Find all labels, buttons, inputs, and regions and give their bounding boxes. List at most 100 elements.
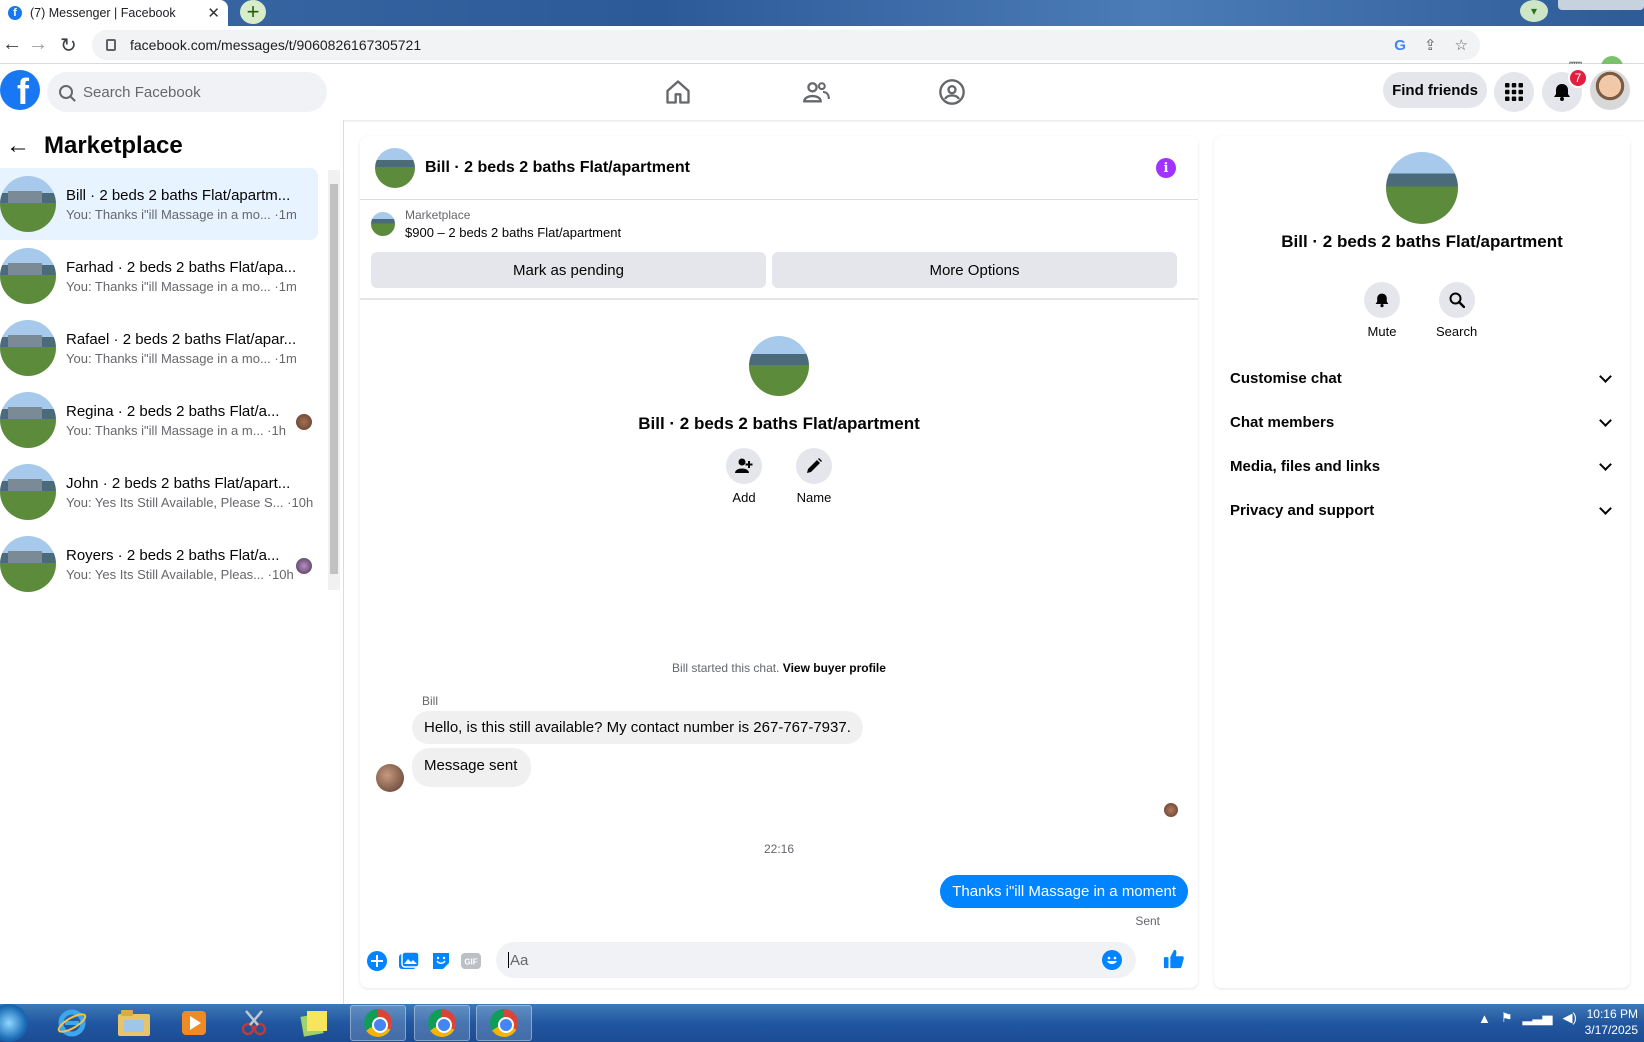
chrome-window-1[interactable] <box>350 1005 406 1041</box>
home-icon[interactable] <box>664 78 692 106</box>
listing-small-thumbnail <box>371 212 395 236</box>
outgoing-message[interactable]: Thanks i"ill Massage in a moment <box>940 875 1188 908</box>
friends-icon[interactable] <box>802 78 830 106</box>
window-controls[interactable] <box>1558 0 1644 10</box>
sidebar-scrollbar[interactable] <box>328 170 340 590</box>
details-thumbnail[interactable] <box>1386 152 1458 224</box>
chevron-down-icon <box>1599 413 1612 427</box>
conversation-snippet: You: Yes Its Still Available, Pleas... <box>66 566 265 582</box>
section-label: Customise chat <box>1230 369 1342 387</box>
chevron-down-icon <box>1599 369 1612 383</box>
close-tab-icon[interactable]: ✕ <box>207 4 220 22</box>
show-hidden-icons-icon[interactable]: ▲ <box>1478 1011 1491 1026</box>
thumbs-up-icon[interactable] <box>1163 948 1185 970</box>
reload-icon[interactable]: ↻ <box>60 33 77 58</box>
start-button-icon[interactable] <box>0 1004 28 1042</box>
account-avatar[interactable] <box>1590 70 1630 110</box>
conversation-time: ·10h <box>267 566 294 582</box>
conversation-title: Regina · 2 beds 2 baths Flat/a... <box>66 402 280 420</box>
facebook-logo-icon[interactable]: f <box>0 70 40 110</box>
conversation-snippet: You: Thanks i"ill Massage in a mo... <box>66 350 271 366</box>
menu-grid-icon[interactable] <box>1494 72 1534 112</box>
info-icon[interactable]: i <box>1156 158 1176 178</box>
chat-header: Bill · 2 beds 2 baths Flat/apartment i <box>360 136 1198 200</box>
google-icon[interactable]: G <box>1394 37 1406 54</box>
bookmark-star-icon[interactable]: ☆ <box>1455 36 1468 54</box>
browser-tab[interactable]: f (7) Messenger | Facebook ✕ <box>0 0 228 26</box>
search-input[interactable]: Search Facebook <box>47 72 327 112</box>
message-timestamp: 22:16 <box>763 842 795 856</box>
conversation-item[interactable]: Rafael · 2 beds 2 baths Flat/apar... You… <box>0 312 318 384</box>
action-center-flag-icon[interactable]: ⚑ <box>1501 1010 1513 1026</box>
share-icon[interactable]: ⇪ <box>1424 36 1437 54</box>
volume-icon[interactable]: ◀) <box>1563 1010 1577 1026</box>
facebook-header: f Search Facebook Find friends 7 <box>0 64 1644 120</box>
conversation-item[interactable]: John · 2 beds 2 baths Flat/apart... You:… <box>0 456 318 528</box>
chat-members-section[interactable]: Chat members <box>1230 402 1616 442</box>
conversation-item[interactable]: Farhad · 2 beds 2 baths Flat/apa... You:… <box>0 240 318 312</box>
marketplace-listing[interactable]: Marketplace $900 – 2 beds 2 baths Flat/a… <box>371 208 1187 240</box>
incoming-message[interactable]: Hello, is this still available? My conta… <box>412 711 863 744</box>
search-conversation-button[interactable]: Search <box>1436 282 1477 339</box>
internet-explorer-icon[interactable] <box>44 1005 100 1041</box>
conversation-item[interactable]: Regina · 2 beds 2 baths Flat/a... You: T… <box>0 384 318 456</box>
listing-thumbnail <box>0 320 56 376</box>
gif-icon[interactable]: GIF <box>460 950 482 972</box>
customise-chat-section[interactable]: Customise chat <box>1230 358 1616 398</box>
tab-title: (7) Messenger | Facebook <box>30 6 176 20</box>
conversation-list: Bill · 2 beds 2 baths Flat/apartm... You… <box>0 168 318 600</box>
name-chat-button[interactable]: Name <box>796 448 832 505</box>
conversation-snippet: You: Thanks i"ill Massage in a mo... <box>66 278 271 294</box>
view-buyer-profile-link[interactable]: View buyer profile <box>783 661 886 675</box>
find-friends-button[interactable]: Find friends <box>1383 72 1487 108</box>
system-clock[interactable]: 10:16 PM 3/17/2025 <box>1578 1006 1638 1038</box>
tab-search-icon[interactable]: ▾ <box>1520 0 1548 22</box>
chevron-down-icon <box>1599 501 1612 515</box>
chat-intro-thumbnail <box>749 336 809 396</box>
read-receipt-avatar <box>1164 803 1178 817</box>
chrome-window-2[interactable] <box>414 1005 470 1041</box>
new-tab-button[interactable]: + <box>240 0 266 24</box>
privacy-support-section[interactable]: Privacy and support <box>1230 490 1616 530</box>
plus-circle-icon[interactable] <box>366 950 388 972</box>
chat-title[interactable]: Bill · 2 beds 2 baths Flat/apartment <box>425 159 690 177</box>
more-options-button[interactable]: More Options <box>772 252 1177 288</box>
back-arrow-icon[interactable]: ← <box>6 132 30 160</box>
file-explorer-icon[interactable] <box>106 1005 162 1041</box>
groups-icon[interactable] <box>938 78 966 106</box>
snipping-tool-icon[interactable] <box>226 1005 282 1041</box>
sticker-icon[interactable] <box>430 950 452 972</box>
conversation-title: Farhad · 2 beds 2 baths Flat/apa... <box>66 258 297 276</box>
media-files-section[interactable]: Media, files and links <box>1230 446 1616 486</box>
details-title: Bill · 2 beds 2 baths Flat/apartment <box>1281 232 1563 251</box>
photo-icon[interactable] <box>398 950 420 972</box>
network-icon[interactable]: ▂▃▅ <box>1523 1010 1553 1026</box>
add-people-button[interactable]: Add <box>726 448 762 505</box>
sidebar-title: Marketplace <box>44 132 183 159</box>
lock-icon <box>106 39 116 51</box>
sender-avatar[interactable] <box>376 764 404 792</box>
mute-button[interactable]: Mute <box>1364 282 1400 339</box>
sender-name: Bill <box>422 694 439 708</box>
media-player-icon[interactable] <box>166 1005 222 1041</box>
chrome-window-3[interactable] <box>476 1005 532 1041</box>
message-input[interactable]: Aa <box>496 942 1136 978</box>
conversation-item[interactable]: Royers · 2 beds 2 baths Flat/a... You: Y… <box>0 528 318 600</box>
clock-date: 3/17/2025 <box>1584 1023 1638 1037</box>
url-text: facebook.com/messages/t/9060826167305721 <box>130 37 422 53</box>
name-label: Name <box>796 490 832 505</box>
address-bar[interactable]: facebook.com/messages/t/9060826167305721… <box>92 30 1480 60</box>
chat-thumbnail[interactable] <box>375 147 415 188</box>
sticky-notes-icon[interactable] <box>286 1005 342 1041</box>
emoji-icon[interactable] <box>1102 950 1122 970</box>
back-icon[interactable]: ← <box>2 33 22 56</box>
conversation-item[interactable]: Bill · 2 beds 2 baths Flat/apartm... You… <box>0 168 318 240</box>
forward-icon[interactable]: → <box>28 33 48 56</box>
listing-thumbnail <box>0 248 56 304</box>
marketplace-label: Marketplace <box>405 208 471 222</box>
incoming-message[interactable]: Message sent <box>412 748 532 787</box>
mark-pending-button[interactable]: Mark as pending <box>371 252 766 288</box>
conversation-snippet: You: Thanks i"ill Massage in a m... <box>66 422 264 438</box>
listing-price: $900 – 2 beds 2 baths Flat/apartment <box>405 225 622 240</box>
add-person-icon <box>726 448 762 484</box>
